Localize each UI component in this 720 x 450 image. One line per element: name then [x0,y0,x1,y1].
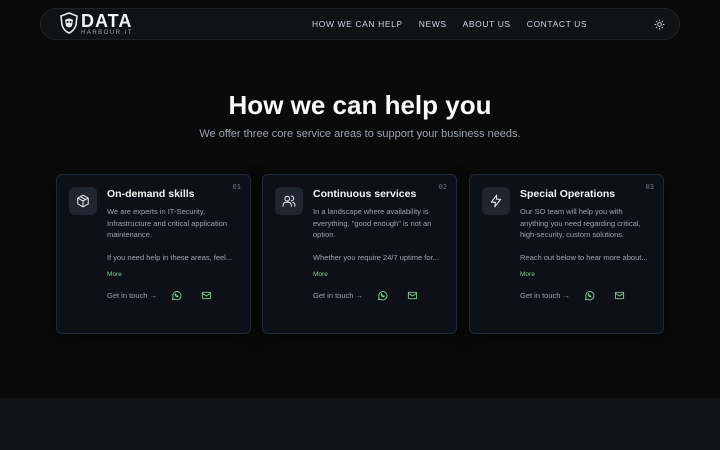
card-more-text: Whether you require 24/7 uptime for... [313,252,439,262]
get-in-touch-link[interactable]: Get in touch → [107,291,169,300]
box-icon [77,194,89,208]
card-more-text: Reach out below to hear more about... [520,252,648,262]
nav-link-about-us[interactable]: ABOUT US [463,19,511,29]
nav-link-contact-us[interactable]: CONTACT US [527,19,587,29]
users-icon [282,195,296,207]
brand-logo[interactable]: DATA HARBOUR IT [59,12,133,36]
shield-logo-icon [60,12,78,34]
card-more-link[interactable]: More [107,271,122,278]
service-card-on-demand-skills: 01 On-demand skills We are experts in IT… [56,174,251,334]
card-icon-container [69,187,97,215]
page-subtitle: We offer three core service areas to sup… [199,128,521,140]
card-more-link[interactable]: More [313,271,328,278]
get-in-touch-link[interactable]: Get in touch → [313,291,375,300]
service-card-continuous-services: 02 Continuous services In a landscape wh… [262,174,457,334]
sun-icon [653,18,665,30]
card-more-link[interactable]: More [520,271,535,278]
page-title: How we can help you [228,90,492,120]
theme-toggle-button[interactable] [649,14,669,34]
card-description: We are experts in IT-Security, Infrastru… [107,207,228,239]
card-description: Our SO team will help you with anything … [520,207,641,239]
whatsapp-icon[interactable] [375,288,389,302]
whatsapp-icon[interactable] [582,288,596,302]
whatsapp-icon[interactable] [169,288,183,302]
card-icon-container [482,187,510,215]
get-in-touch-link[interactable]: Get in touch → [520,291,582,300]
lightning-icon [490,194,502,208]
card-title: On-demand skills [107,188,195,200]
card-more-text: If you need help in these areas, feel... [107,252,233,262]
top-navbar: DATA HARBOUR IT HOW WE CAN HELP NEWS ABO… [40,8,680,40]
mail-icon[interactable] [612,288,626,302]
nav-link-how-we-can-help[interactable]: HOW WE CAN HELP [312,19,403,29]
nav-link-news[interactable]: NEWS [419,19,447,29]
mail-icon[interactable] [405,288,419,302]
card-icon-container [275,187,303,215]
footer-section [0,398,720,450]
nav-links: HOW WE CAN HELP NEWS ABOUT US CONTACT US [312,9,603,39]
service-card-special-operations: 03 Special Operations Our SO team will h… [469,174,664,334]
card-title: Special Operations [520,188,616,200]
card-title: Continuous services [313,188,417,200]
brand-tagline: HARBOUR IT [81,30,134,36]
brand-name: DATA [81,11,133,31]
mail-icon[interactable] [199,288,213,302]
card-description: In a landscape where availability is eve… [313,207,432,239]
